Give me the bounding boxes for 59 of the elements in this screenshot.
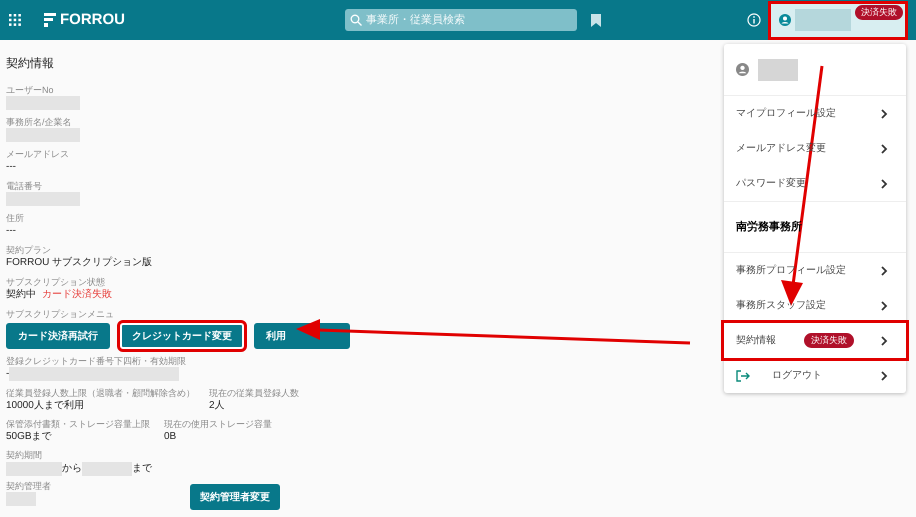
info-icon[interactable] — [747, 13, 761, 27]
logout-item[interactable]: ログアウト — [724, 358, 906, 393]
field-label: 現在の使用ストレージ容量 — [164, 418, 272, 430]
logo-text: FORROU — [60, 10, 125, 30]
field-label: 登録クレジットカード番号下四桁・有効期限 — [6, 355, 186, 367]
field-label: メールアドレス — [6, 148, 69, 160]
payment-failed-badge: 決済失敗 — [804, 332, 854, 348]
redacted-block — [795, 9, 851, 31]
field-label: サブスクリプション状態 — [6, 276, 105, 288]
chevron-right-icon — [880, 266, 888, 276]
field-label: 契約プラン — [6, 244, 51, 256]
user-account-button[interactable]: 決済失敗 — [771, 4, 905, 36]
account-icon — [779, 14, 791, 26]
chevron-right-icon — [880, 178, 888, 188]
field-value: 0B — [164, 430, 178, 443]
status-text: カード決済失敗 — [42, 288, 112, 302]
payment-failed-badge: 決済失敗 — [855, 4, 903, 20]
chevron-right-icon — [880, 144, 888, 154]
redacted-block — [758, 58, 798, 80]
field-value: 2人 — [209, 399, 226, 412]
account-icon — [736, 63, 749, 76]
field-value: --- — [6, 160, 16, 174]
field-label: 電話番号 — [6, 180, 42, 192]
search-icon — [350, 14, 362, 26]
field-label: 現在の従業員登録人数 — [209, 387, 299, 399]
field-label: 契約期間 — [6, 449, 42, 461]
field-value: から — [62, 462, 82, 476]
field-label: ユーザーNo — [6, 84, 54, 96]
apps-grid-icon[interactable] — [9, 14, 21, 26]
field-value: FORROU サブスクリプション版 — [6, 256, 152, 270]
menu-item-label: 契約情報 — [736, 335, 776, 346]
menu-item-label: 事務所スタッフ設定 — [736, 300, 826, 311]
field-label: 住所 — [6, 212, 24, 224]
chevron-right-icon — [880, 300, 888, 310]
chevron-right-icon — [880, 108, 888, 118]
menu-item[interactable]: 契約情報 決済失敗 — [724, 323, 906, 358]
search-input[interactable]: 事業所・従業員検索 — [366, 12, 566, 28]
field-value: --- — [6, 224, 16, 238]
change-manager-button[interactable]: 契約管理者変更 — [190, 484, 280, 510]
field-label: 従業員登録人数上限（退職者・顧問解除含め） — [6, 387, 195, 399]
field-label: サブスクリプションメニュ — [6, 308, 114, 320]
chevron-right-icon — [880, 336, 888, 346]
chevron-right-icon — [880, 370, 888, 380]
field-label: 保管添付書類・ストレージ容量上限 — [6, 418, 150, 430]
logout-icon — [736, 370, 750, 382]
field-value: 50GBまで — [6, 430, 53, 443]
field-value: 契約中 — [6, 288, 36, 302]
field-value: 10000人まで利用 — [6, 399, 85, 412]
field-label: 事務所名/企業名 — [6, 116, 72, 128]
search-field[interactable]: 事業所・従業員検索 — [345, 9, 577, 31]
menu-button[interactable]: カード決済再試行 — [6, 323, 110, 349]
page-title: 契約情報 — [6, 55, 54, 72]
field-label: 契約管理者 — [6, 480, 51, 492]
field-value: まで — [132, 462, 152, 476]
bookmark-icon[interactable] — [591, 14, 601, 26]
field-value: - — [6, 368, 10, 380]
logo-mark-icon — [44, 13, 56, 27]
menu-button[interactable]: クレジットカード変更 — [120, 323, 244, 349]
menu-item[interactable]: 事務所スタッフ設定 — [724, 288, 906, 323]
